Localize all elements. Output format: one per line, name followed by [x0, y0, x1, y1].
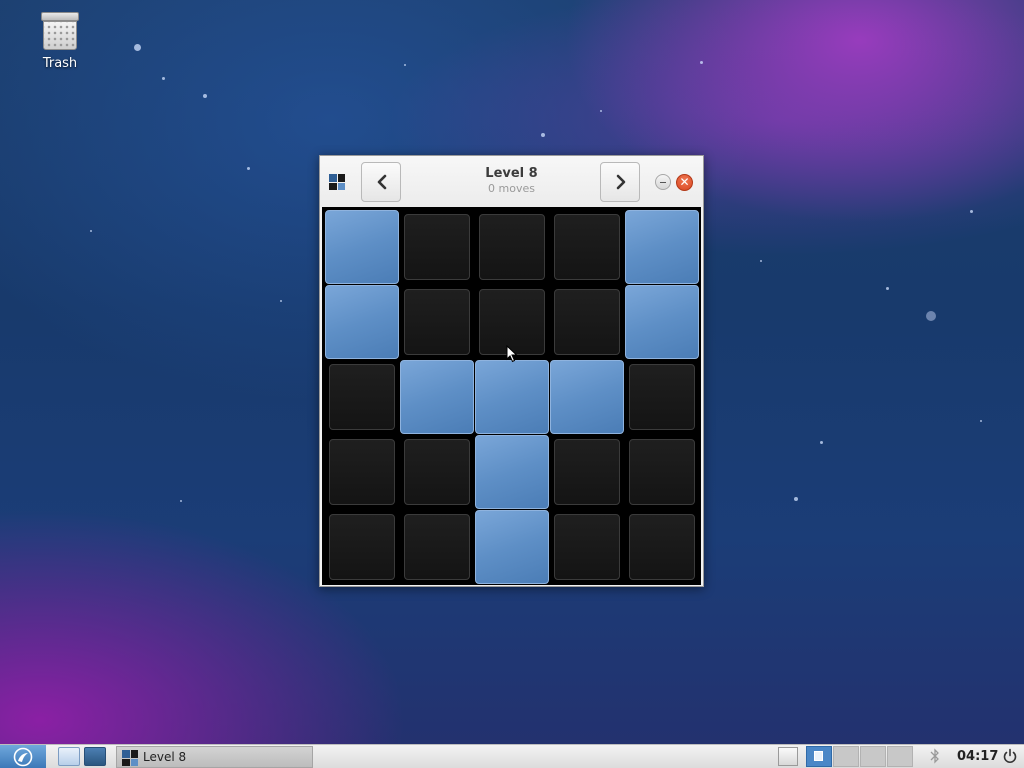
light-tile-r3-c2-lit[interactable] [400, 360, 474, 434]
light-tile-r1-c2-unlit[interactable] [404, 214, 470, 280]
light-tile-r5-c5-unlit[interactable] [629, 514, 695, 580]
light-tile-r1-c3-unlit[interactable] [479, 214, 545, 280]
taskbar-task-level-8[interactable]: Level 8 [116, 746, 313, 768]
light-tile-r4-c2-unlit[interactable] [404, 439, 470, 505]
game-board [322, 207, 701, 585]
workspace-3[interactable] [860, 746, 886, 767]
light-tile-r4-c5-unlit[interactable] [629, 439, 695, 505]
close-icon: ✕ [679, 175, 690, 189]
light-tile-r2-c5-lit[interactable] [625, 285, 699, 359]
next-level-button[interactable] [600, 162, 640, 202]
workspace-4[interactable] [887, 746, 913, 767]
light-tile-r2-c2-unlit[interactable] [404, 289, 470, 355]
app-icon [122, 750, 138, 766]
chevron-right-icon [616, 174, 626, 190]
light-tile-r3-c4-lit[interactable] [550, 360, 624, 434]
clock[interactable]: 04:17 [957, 749, 998, 764]
light-tile-r1-c4-unlit[interactable] [554, 214, 620, 280]
power-icon[interactable] [1002, 748, 1018, 764]
app-icon [329, 174, 345, 190]
taskbar: Level 8 04:17 [0, 744, 1024, 768]
window-title: Level 8 [485, 166, 538, 181]
light-tile-r2-c1-lit[interactable] [325, 285, 399, 359]
mouse-cursor [506, 345, 518, 363]
task-label: Level 8 [143, 750, 187, 764]
game-window: Level 8 0 moves ✕ [319, 155, 704, 587]
show-desktop-button[interactable] [778, 747, 798, 766]
workspace-2[interactable] [833, 746, 859, 767]
web-browser-launcher[interactable] [84, 747, 106, 766]
light-tile-r5-c3-lit[interactable] [475, 510, 549, 584]
chevron-left-icon [377, 174, 387, 190]
light-tile-r3-c3-lit[interactable] [475, 360, 549, 434]
light-tile-r3-c1-unlit[interactable] [329, 364, 395, 430]
light-tile-r3-c5-unlit[interactable] [629, 364, 695, 430]
trash-icon [41, 10, 79, 50]
close-button[interactable]: ✕ [676, 174, 693, 191]
light-tile-r5-c1-unlit[interactable] [329, 514, 395, 580]
light-tile-r4-c1-unlit[interactable] [329, 439, 395, 505]
bluetooth-icon[interactable] [930, 748, 940, 764]
window-titlebar[interactable]: Level 8 0 moves ✕ [320, 156, 703, 207]
light-tile-r5-c2-unlit[interactable] [404, 514, 470, 580]
light-tile-r1-c1-lit[interactable] [325, 210, 399, 284]
minimize-button[interactable] [655, 174, 671, 190]
file-manager-launcher[interactable] [58, 747, 80, 766]
start-menu-button[interactable] [0, 745, 46, 768]
light-tile-r4-c4-unlit[interactable] [554, 439, 620, 505]
workspace-1[interactable] [806, 746, 832, 767]
light-tile-r4-c3-lit[interactable] [475, 435, 549, 509]
previous-level-button[interactable] [361, 162, 401, 202]
desktop-icon-trash[interactable]: Trash [28, 10, 92, 71]
workspace-pager [806, 746, 914, 768]
lubuntu-logo-icon [13, 747, 33, 767]
light-tile-r2-c4-unlit[interactable] [554, 289, 620, 355]
light-tile-r1-c5-lit[interactable] [625, 210, 699, 284]
light-tile-r5-c4-unlit[interactable] [554, 514, 620, 580]
moves-counter: 0 moves [488, 182, 535, 195]
desktop-icon-label: Trash [42, 56, 78, 71]
